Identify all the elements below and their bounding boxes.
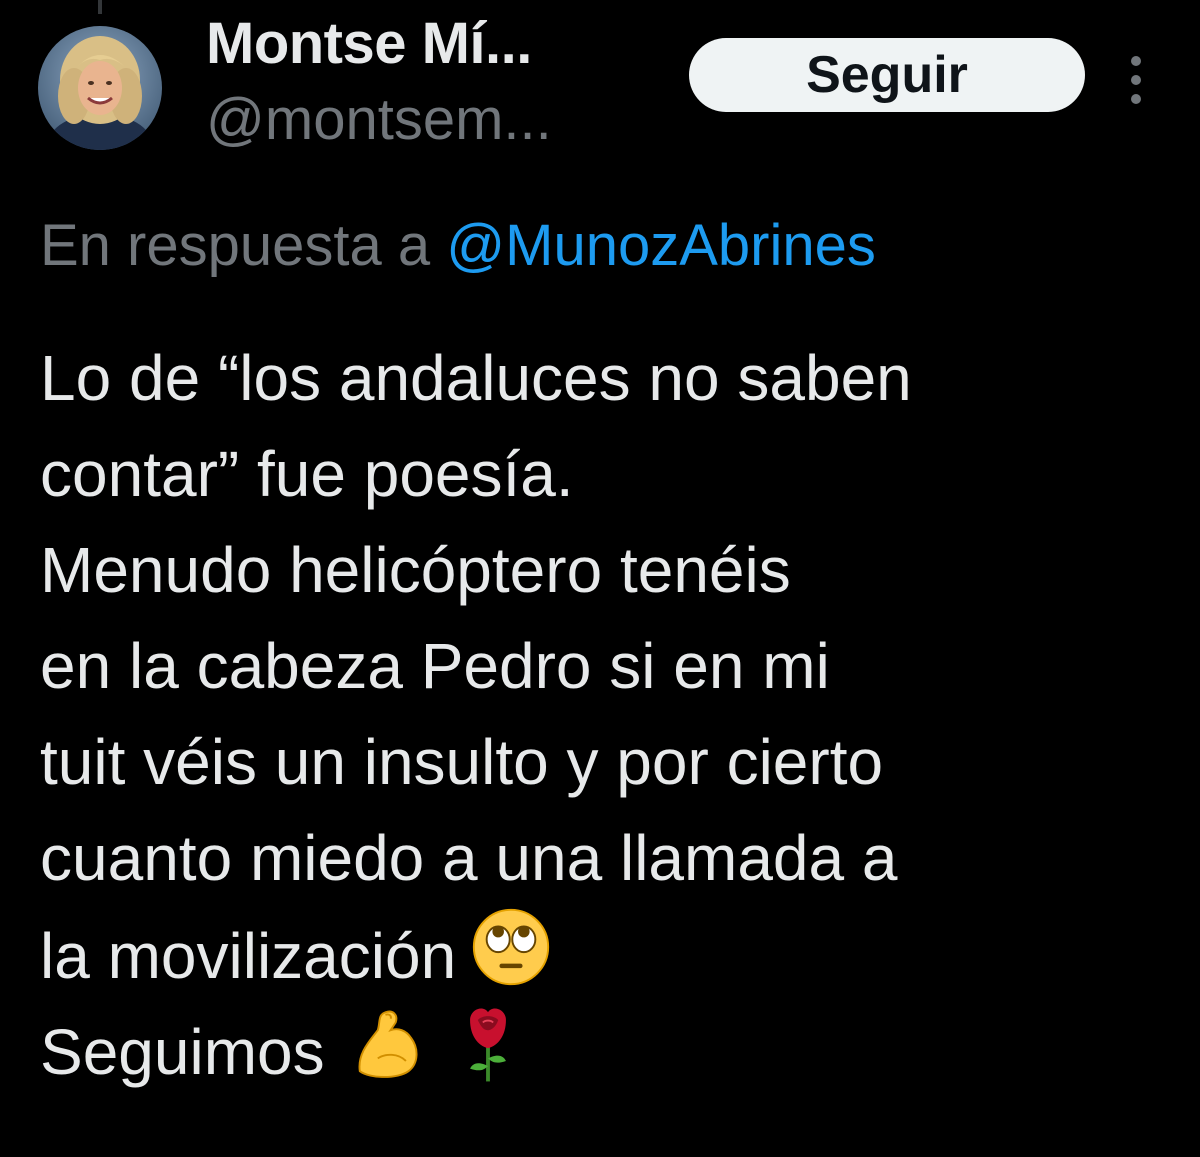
tweet-line: contar” fue poesía. <box>40 438 574 510</box>
follow-button[interactable]: Seguir <box>689 38 1085 112</box>
rose-emoji <box>447 1002 529 1084</box>
tweet-text: Lo de “los andaluces no saben contar” fu… <box>40 330 1160 1098</box>
reply-mention-link[interactable]: @MunozAbrines <box>446 213 876 278</box>
flexed-biceps-emoji <box>347 1002 429 1084</box>
reply-context: En respuesta a @MunozAbrines <box>40 212 876 279</box>
author-handle[interactable]: @montsem... <box>206 86 552 153</box>
more-dot-icon <box>1131 75 1141 85</box>
more-dot-icon <box>1131 56 1141 66</box>
tweet-line: en la cabeza Pedro si en mi <box>40 630 830 702</box>
tweet-line: tuit véis un insulto y por cierto <box>40 726 884 798</box>
more-options-button[interactable] <box>1118 52 1154 108</box>
face-with-rolling-eyes-emoji <box>470 906 552 988</box>
tweet-line-with-emoji: la movilización <box>40 906 1160 1002</box>
tweet-line: Menudo helicóptero tenéis <box>40 534 791 606</box>
tweet-line: Lo de “los andaluces no saben <box>40 342 912 414</box>
avatar-image <box>38 26 162 150</box>
author-display-name[interactable]: Montse Mí... <box>206 10 532 77</box>
reply-prefix-text: En respuesta a <box>40 213 431 278</box>
tweet-line-text: Seguimos <box>40 1016 325 1088</box>
tweet-line-text: la movilización <box>40 920 457 992</box>
tweet-line: cuanto miedo a una llamada a <box>40 822 898 894</box>
author-avatar[interactable] <box>38 26 162 150</box>
tweet-line-with-emoji: Seguimos <box>40 1002 1160 1098</box>
thread-connector-line <box>98 0 102 14</box>
more-dot-icon <box>1131 94 1141 104</box>
